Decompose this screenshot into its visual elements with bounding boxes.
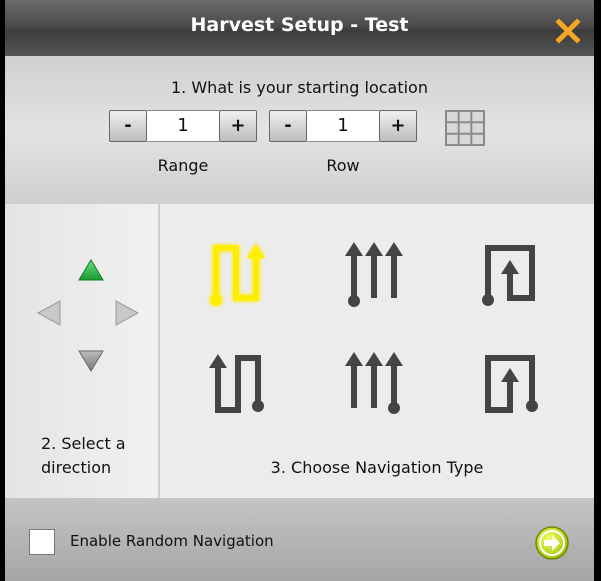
direction-label-line1: 2. Select a bbox=[41, 434, 126, 453]
footer-bar: Enable Random Navigation bbox=[5, 498, 594, 581]
left-arrow-icon[interactable] bbox=[37, 300, 61, 326]
range-stepper: - 1 + bbox=[109, 110, 257, 144]
direction-panel: 2. Select a direction bbox=[5, 204, 160, 498]
direction-label: 2. Select a direction bbox=[41, 432, 126, 480]
random-navigation-label[interactable]: Enable Random Navigation bbox=[70, 532, 274, 550]
serpentine-icon[interactable] bbox=[206, 240, 270, 310]
parallel-rows-alt-icon[interactable] bbox=[342, 350, 406, 420]
right-arrow-icon[interactable] bbox=[115, 300, 139, 326]
range-label: Range bbox=[157, 156, 209, 175]
direction-navigation-section: 2. Select a direction 3. Choose Navigati… bbox=[5, 204, 594, 498]
title-bar: Harvest Setup - Test bbox=[5, 0, 594, 56]
parallel-rows-icon[interactable] bbox=[342, 240, 406, 310]
serpentine-reverse-icon[interactable] bbox=[206, 350, 270, 420]
down-arrow-icon[interactable] bbox=[78, 350, 104, 372]
range-decrement-button[interactable]: - bbox=[109, 110, 147, 142]
spiral-in-icon[interactable] bbox=[478, 240, 542, 310]
navigation-type-panel: 3. Choose Navigation Type bbox=[160, 204, 594, 498]
starting-location-question: 1. What is your starting location bbox=[171, 78, 428, 97]
direction-label-line2: direction bbox=[41, 458, 112, 477]
row-decrement-button[interactable]: - bbox=[269, 110, 307, 142]
next-arrow-icon[interactable] bbox=[535, 526, 569, 560]
starting-location-section: 1. What is your starting location - 1 + … bbox=[5, 56, 594, 204]
navigation-type-label: 3. Choose Navigation Type bbox=[270, 458, 484, 477]
spiral-out-icon[interactable] bbox=[478, 350, 542, 420]
grid-icon[interactable] bbox=[445, 110, 485, 146]
range-value-field[interactable]: 1 bbox=[147, 110, 219, 142]
close-icon[interactable] bbox=[555, 18, 581, 44]
row-stepper: - 1 + bbox=[269, 110, 417, 144]
up-arrow-icon[interactable] bbox=[78, 259, 104, 281]
random-navigation-checkbox[interactable] bbox=[29, 529, 55, 555]
dialog-title: Harvest Setup - Test bbox=[190, 14, 409, 36]
row-increment-button[interactable]: + bbox=[379, 110, 417, 142]
row-value-field[interactable]: 1 bbox=[307, 110, 379, 142]
row-label: Row bbox=[326, 156, 360, 175]
range-increment-button[interactable]: + bbox=[219, 110, 257, 142]
harvest-setup-dialog: Harvest Setup - Test 1. What is your sta… bbox=[5, 0, 594, 581]
